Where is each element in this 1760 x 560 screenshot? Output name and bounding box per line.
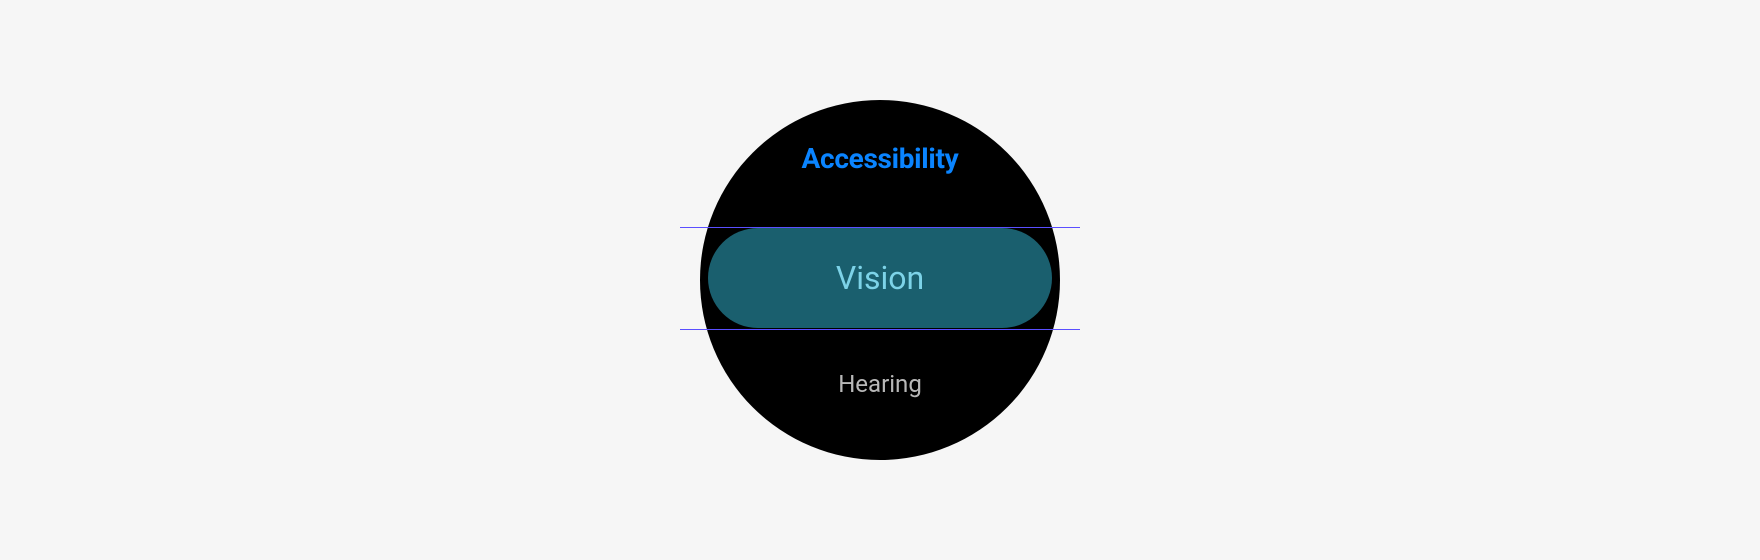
layout-guide-bottom bbox=[680, 329, 1080, 330]
watch-screen: Accessibility Vision Hearing bbox=[700, 100, 1060, 460]
page-title: Accessibility bbox=[700, 142, 1060, 175]
list-item-hearing[interactable]: Hearing bbox=[700, 370, 1060, 398]
list-item-label: Vision bbox=[836, 259, 924, 297]
list-item-vision[interactable]: Vision bbox=[708, 228, 1052, 328]
watch-face: Accessibility Vision Hearing bbox=[700, 100, 1060, 460]
layout-guide-top bbox=[680, 227, 1080, 228]
